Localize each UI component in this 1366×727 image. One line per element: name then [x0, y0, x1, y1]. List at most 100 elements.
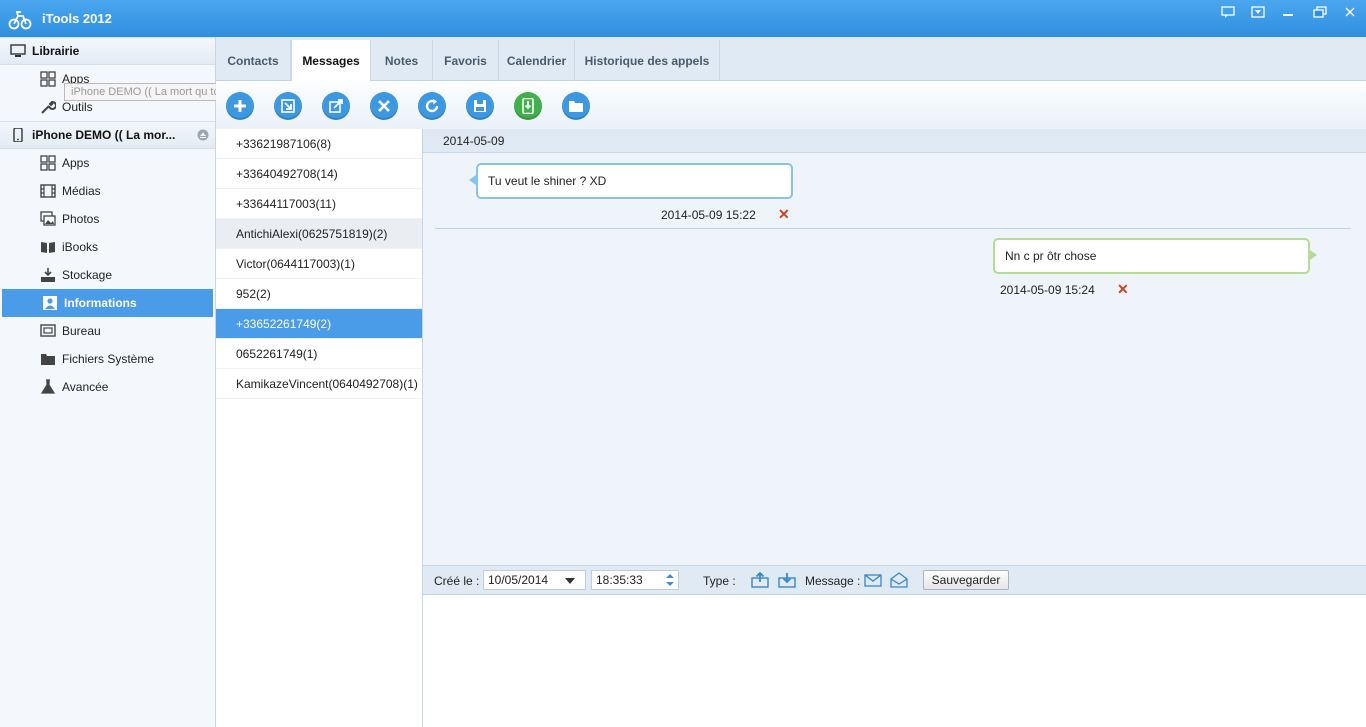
- sidebar-item-ibooks[interactable]: iBooks: [0, 233, 215, 261]
- tab-calendar[interactable]: Calendrier: [499, 40, 575, 81]
- thread-item-selected[interactable]: +33652261749(2): [216, 309, 422, 339]
- phone-download-icon: [522, 98, 534, 114]
- date-value: 10/05/2014: [488, 573, 549, 587]
- delete-icon: [378, 100, 390, 112]
- title-bar: iTools 2012: [0, 0, 1366, 37]
- sidebar-item-label: Apps: [62, 156, 90, 170]
- open-folder-button[interactable]: [562, 92, 590, 120]
- sent-type-icon[interactable]: [751, 572, 769, 588]
- import-button[interactable]: [274, 92, 302, 120]
- sidebar-item-label: Outils: [62, 100, 93, 114]
- sidebar-item-label: Photos: [62, 212, 100, 226]
- restore-icon: [1313, 6, 1327, 18]
- refresh-icon: [425, 99, 439, 113]
- eject-icon[interactable]: [197, 129, 209, 141]
- restore-button[interactable]: [1306, 2, 1334, 22]
- incoming-message-bubble[interactable]: Tu veut le shiner ? XD: [476, 163, 793, 199]
- itools-logo-icon: [8, 11, 32, 30]
- tab-messages[interactable]: Messages: [291, 40, 371, 81]
- conversation-date: 2014-05-09: [443, 133, 505, 148]
- film-icon: [40, 184, 56, 198]
- message-timestamp: 2014-05-09 15:22: [661, 208, 756, 222]
- sidebar-item-label: Bureau: [62, 324, 101, 338]
- type-label: Type :: [703, 574, 736, 588]
- conversation-pane: 2014-05-09 Tu veut le shiner ? XD 2014-0…: [423, 129, 1366, 565]
- tab-notes[interactable]: Notes: [371, 40, 433, 81]
- close-button[interactable]: [1336, 2, 1364, 22]
- unread-envelope-icon[interactable]: [864, 572, 882, 588]
- refresh-button[interactable]: [418, 92, 446, 120]
- thread-item[interactable]: +33644117003(11): [216, 189, 422, 219]
- time-value: 18:35:33: [596, 573, 643, 587]
- delete-message-icon[interactable]: ✕: [778, 206, 790, 223]
- sidebar-item-informations[interactable]: Informations: [2, 289, 213, 317]
- sidebar-item-label: Avancée: [62, 380, 109, 394]
- message-body-textarea[interactable]: [423, 595, 1366, 727]
- add-button[interactable]: [226, 92, 254, 120]
- thread-item[interactable]: 952(2): [216, 279, 422, 309]
- save-message-button[interactable]: Sauvegarder: [923, 570, 1009, 590]
- feedback-button[interactable]: [1214, 2, 1242, 22]
- tab-bar: Contacts Messages Notes Favoris Calendri…: [216, 37, 1366, 81]
- flask-icon: [40, 379, 56, 394]
- message-editor-bar: Créé le : 10/05/2014 18:35:33 Type : Mes…: [423, 565, 1366, 595]
- read-envelope-icon[interactable]: [890, 572, 908, 588]
- wrench-icon: [41, 101, 56, 114]
- message-text: Nn c pr ôtr chose: [1005, 249, 1097, 263]
- tab-contacts[interactable]: Contacts: [216, 40, 291, 81]
- sidebar-group-label: Librairie: [32, 44, 80, 58]
- import-icon: [281, 99, 295, 113]
- add-icon: [234, 100, 246, 112]
- settings-button[interactable]: [1244, 2, 1272, 22]
- delete-message-icon[interactable]: ✕: [1117, 281, 1129, 298]
- created-label: Créé le :: [434, 574, 480, 588]
- contact-card-icon: [43, 296, 57, 310]
- thread-item[interactable]: Victor(0644117003)(1): [216, 249, 422, 279]
- grid-icon: [40, 71, 56, 87]
- sidebar-item-system-files[interactable]: Fichiers Système: [0, 345, 215, 373]
- minimize-button[interactable]: [1274, 2, 1302, 22]
- thread-item[interactable]: AntichiAlexi(0625751819)(2): [216, 219, 422, 249]
- folder-icon: [41, 354, 55, 365]
- storage-icon: [41, 268, 55, 282]
- sidebar-item-desktop[interactable]: Bureau: [0, 317, 215, 345]
- message-divider: [435, 228, 1351, 229]
- photo-icon: [40, 211, 56, 226]
- spinner-arrows-icon[interactable]: [664, 572, 676, 588]
- conversation-date-header: 2014-05-09: [423, 129, 1366, 153]
- sidebar-item-media[interactable]: Médias: [0, 177, 215, 205]
- message-label: Message :: [805, 574, 861, 588]
- sidebar-item-photos[interactable]: Photos: [0, 205, 215, 233]
- save-icon: [474, 100, 486, 112]
- minimize-icon: [1283, 14, 1293, 16]
- sidebar-item-advanced[interactable]: Avancée: [0, 373, 215, 401]
- sidebar-item-storage[interactable]: Stockage: [0, 261, 215, 289]
- edit-button[interactable]: [322, 92, 350, 120]
- tab-favorites[interactable]: Favoris: [433, 40, 499, 81]
- thread-item[interactable]: 0652261749(1): [216, 339, 422, 369]
- sidebar-item-device-apps[interactable]: Apps: [0, 149, 215, 177]
- edit-icon: [329, 99, 343, 113]
- thread-item[interactable]: +33621987106(8): [216, 129, 422, 159]
- save-button[interactable]: [466, 92, 494, 120]
- message-timestamp: 2014-05-09 15:24: [1000, 283, 1095, 297]
- app-title: iTools 2012: [42, 11, 112, 26]
- book-icon: [41, 242, 55, 253]
- thread-item[interactable]: +33640492708(14): [216, 159, 422, 189]
- outgoing-message-bubble[interactable]: Nn c pr ôtr chose: [993, 238, 1310, 274]
- thread-item[interactable]: KamikazeVincent(0640492708)(1): [216, 369, 422, 399]
- sidebar-group-device[interactable]: iPhone DEMO (( La mor...: [0, 121, 215, 149]
- device-name: iPhone DEMO (( La mor...: [32, 128, 176, 142]
- monitor-icon: [10, 44, 26, 57]
- received-type-icon[interactable]: [778, 572, 796, 588]
- grid-icon: [40, 155, 56, 171]
- sidebar-group-library[interactable]: Librairie: [0, 37, 215, 65]
- export-to-phone-button[interactable]: [514, 92, 542, 120]
- date-picker[interactable]: 10/05/2014: [483, 570, 586, 590]
- desktop-icon: [40, 324, 56, 337]
- folder-icon: [569, 101, 583, 112]
- tab-call-history[interactable]: Historique des appels: [575, 40, 720, 81]
- delete-button[interactable]: [370, 92, 398, 120]
- time-spinner[interactable]: 18:35:33: [591, 570, 679, 590]
- sidebar-item-label: Fichiers Système: [62, 352, 155, 366]
